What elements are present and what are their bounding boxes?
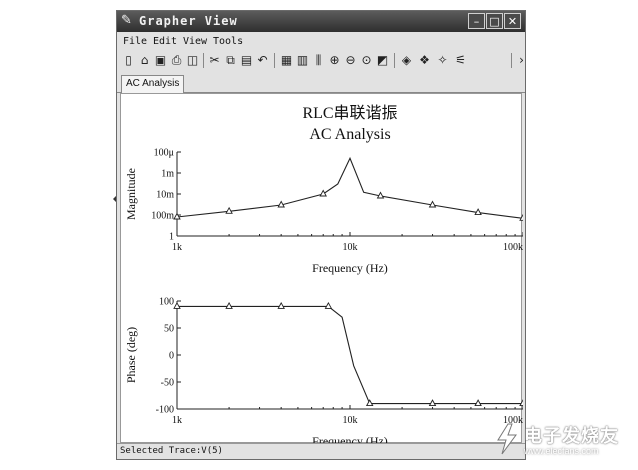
menu-view[interactable]: View — [183, 36, 207, 47]
add-trace-icon[interactable]: ✧ — [435, 52, 450, 68]
magnitude-y-tick-label: 1m — [161, 169, 174, 180]
magnitude-y-tick-label: 100μ — [154, 148, 174, 159]
maximize-button[interactable]: □ — [486, 13, 503, 29]
copy-icon[interactable]: ⧉ — [223, 52, 238, 68]
window-title: Grapher View — [139, 14, 238, 28]
menu-file[interactable]: File — [123, 36, 147, 47]
toggle-grid-icon[interactable]: ▦ — [279, 52, 294, 68]
minimize-button[interactable]: – — [468, 13, 485, 29]
phase-data-marker — [277, 301, 285, 309]
graph-canvas[interactable]: RLC串联谐振 AC Analysis 100μ 1m 10m 100m 1 1k 10k 100… — [120, 93, 527, 448]
toggle-cursors-icon[interactable]: ⫼ — [311, 52, 326, 68]
status-text: Selected Trace:V(5) — [120, 446, 223, 456]
chart-title: RLC串联谐振 — [302, 104, 397, 122]
toolbar-separator — [274, 53, 275, 68]
overlay-icon[interactable]: ❖ — [417, 52, 432, 68]
chart-subtitle: AC Analysis — [309, 126, 390, 143]
title-bar[interactable]: ✎ Grapher View – □ ✕ — [117, 11, 525, 32]
print-preview-icon[interactable]: ◫ — [185, 52, 200, 68]
phase-data-marker — [173, 301, 181, 309]
cut-icon[interactable]: ✂ — [207, 52, 222, 68]
zoom-in-icon[interactable]: ⊕ — [327, 52, 342, 68]
magnitude-x-tick-label: 1k — [172, 242, 182, 253]
watermark: 电子发烧友 www.elecfans.com — [488, 418, 628, 464]
undo-icon[interactable]: ↶ — [255, 52, 270, 68]
phase-trace-line — [177, 305, 523, 405]
tab-strip: AC Analysis — [117, 73, 525, 93]
menu-bar: File Edit View Tools — [117, 33, 525, 50]
open-icon[interactable]: ⌂ — [137, 52, 152, 68]
export-icon[interactable]: ⚟ — [453, 52, 468, 68]
properties-icon[interactable]: ◈ — [399, 52, 414, 68]
zoom-out-icon[interactable]: ⊖ — [343, 52, 358, 68]
phase-data-marker — [474, 399, 482, 407]
phase-y-tick-label: -100 — [156, 405, 174, 416]
watermark-logo-icon — [497, 423, 517, 455]
status-bar: Selected Trace:V(5) — [117, 443, 525, 459]
toolbar-separator — [511, 53, 512, 68]
zoom-full-icon[interactable]: ⊙ — [359, 52, 374, 68]
print-icon[interactable]: ⎙ — [169, 52, 184, 68]
watermark-text: 电子发烧友 — [524, 426, 619, 447]
phase-y-tick-label: -50 — [161, 378, 174, 389]
plot-svg: RLC串联谐振AC Analysis100μ1m10m100m11k 10k 100… — [124, 104, 527, 448]
watermark-url: www.elecfans.com — [524, 446, 599, 456]
menu-edit[interactable]: Edit — [153, 36, 177, 47]
new-icon[interactable]: ▯ — [121, 52, 136, 68]
toolbar-separator — [203, 53, 204, 68]
tab-ac-analysis[interactable]: AC Analysis — [121, 75, 185, 93]
magnitude-y-tick-label: 10m — [156, 190, 174, 201]
magnitude-data-marker — [319, 189, 327, 197]
menu-tools[interactable]: Tools — [213, 36, 243, 47]
magnitude-x-tick-label: 100k — [503, 242, 523, 253]
phase-y-label: Phase (deg) — [124, 327, 138, 383]
magnitude-y-tick-label: 100m — [151, 211, 174, 222]
phase-y-tick-label: 50 — [164, 324, 174, 335]
toolbar: ▯ ⌂ ▣ ⎙ ◫ ✂ ⧉ ▤ ↶ ▦ ▥ ⫼ ⊕ ⊖ ⊙ ◩ ◈ ❖ ✧ ⚟ … — [119, 51, 524, 71]
app-icon: ✎ — [121, 13, 132, 28]
phase-data-marker — [365, 399, 374, 407]
grapher-window: ✎ Grapher View – □ ✕ File Edit View Tool… — [116, 10, 527, 460]
reverse-colors-icon[interactable]: ◩ — [375, 52, 390, 68]
magnitude-y-tick-label: 1 — [169, 232, 174, 243]
phase-data-marker — [519, 399, 527, 407]
phase-y-tick-label: 100 — [159, 297, 174, 308]
magnitude-x-label: Frequency (Hz) — [312, 261, 388, 275]
phase-x-tick-label: 10k — [343, 415, 358, 426]
toolbar-separator — [394, 53, 395, 68]
magnitude-y-label: Magnitude — [124, 168, 138, 220]
phase-y-tick-label: 0 — [169, 351, 174, 362]
magnitude-x-tick-label: 10k — [343, 242, 358, 253]
close-button[interactable]: ✕ — [504, 13, 521, 29]
phase-data-marker — [225, 301, 233, 309]
toggle-legend-icon[interactable]: ▥ — [295, 52, 310, 68]
phase-data-marker — [324, 301, 333, 309]
paste-icon[interactable]: ▤ — [239, 52, 254, 68]
phase-x-tick-label: 1k — [172, 415, 182, 426]
save-icon[interactable]: ▣ — [153, 52, 168, 68]
toolbar-overflow-icon[interactable]: › — [514, 52, 529, 68]
phase-data-marker — [428, 399, 437, 407]
